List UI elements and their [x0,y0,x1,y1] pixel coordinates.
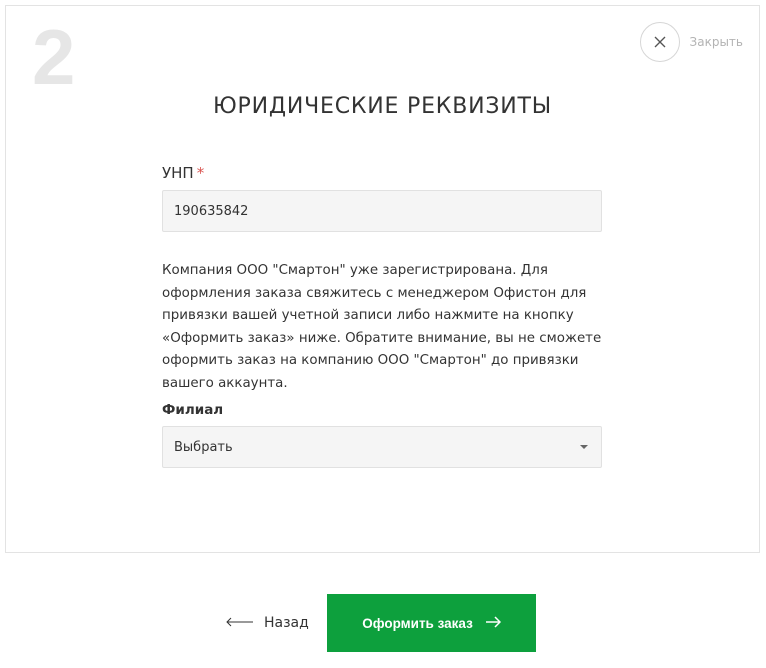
footer-actions: Назад Оформить заказ [0,594,766,652]
registration-notice: Компания ООО "Смартон" уже зарегистриров… [162,263,602,391]
branch-select[interactable]: Выбрать [162,426,602,468]
requisites-card: 2 Закрыть ЮРИДИЧЕСКИЕ РЕКВИЗИТЫ УНП * 190… [5,5,760,553]
unp-label: УНП * [162,164,602,182]
back-label[interactable]: Назад [264,615,309,631]
branch-label: Филиал [162,402,224,418]
branch-select-value[interactable]: Выбрать [174,440,233,455]
step-number: 2 [32,13,76,101]
submit-order-label[interactable]: Оформить заказ [362,616,473,631]
required-mark: * [196,164,205,182]
arrow-left-icon[interactable] [226,615,254,631]
page-title: ЮРИДИЧЕСКИЕ РЕКВИЗИТЫ [213,94,552,119]
close-label[interactable]: Закрыть [690,35,743,49]
submit-order-button[interactable]: Оформить заказ [327,594,536,652]
unp-input[interactable]: 190635842 [162,190,602,232]
back-button[interactable]: Назад [226,594,309,652]
requisites-form: УНП * 190635842 Компания ООО "Смартон" уж… [162,164,602,468]
chevron-down-icon[interactable] [580,445,588,449]
unp-label-text: УНП [162,164,194,182]
close-icon[interactable] [639,22,680,62]
arrow-right-icon[interactable] [485,615,501,631]
unp-input-value[interactable]: 190635842 [174,204,248,219]
close-button[interactable]: Закрыть [639,22,743,62]
